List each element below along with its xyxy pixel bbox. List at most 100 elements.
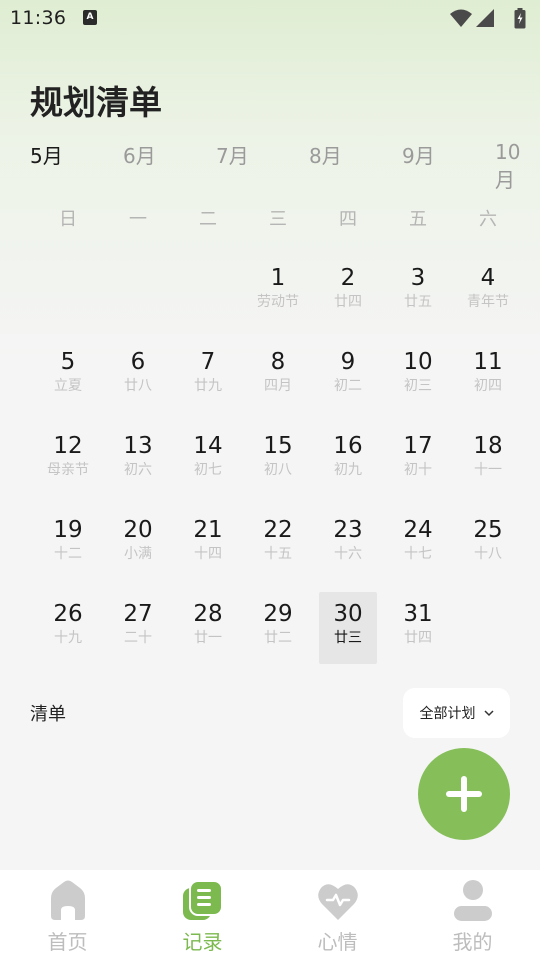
day-number: 1	[270, 265, 286, 291]
calendar-day[interactable]: 4 青年节	[459, 256, 517, 328]
day-number: 3	[410, 265, 426, 291]
day-number: 5	[60, 349, 76, 375]
day-lunar-label: 初十	[404, 462, 432, 478]
calendar-day[interactable]: 26 十九	[39, 592, 97, 664]
calendar-day[interactable]: 30 廿三	[319, 592, 377, 664]
day-number: 15	[263, 433, 293, 459]
tab-july[interactable]: 7月	[216, 140, 249, 169]
wifi-icon	[450, 9, 472, 27]
calendar-day[interactable]: 8 四月	[249, 340, 307, 412]
calendar-day[interactable]: 25 十八	[459, 508, 517, 580]
day-lunar-label: 十七	[404, 546, 432, 562]
day-number: 17	[403, 433, 433, 459]
day-lunar-label: 十八	[474, 546, 502, 562]
calendar-day[interactable]: 16 初九	[319, 424, 377, 496]
day-lunar-label: 初二	[334, 378, 362, 394]
day-number: 25	[473, 517, 503, 543]
calendar-day[interactable]: 18 十一	[459, 424, 517, 496]
day-number: 14	[193, 433, 223, 459]
nav-profile[interactable]: 我的	[405, 870, 540, 960]
day-lunar-label: 二十	[124, 630, 152, 646]
calendar-day[interactable]: 3 廿五	[389, 256, 447, 328]
calendar-day[interactable]: 10 初三	[389, 340, 447, 412]
nav-label: 记录	[182, 930, 223, 954]
weekday-label: 四	[339, 209, 357, 230]
tab-august[interactable]: 8月	[309, 140, 342, 169]
day-lunar-label: 廿四	[404, 630, 432, 646]
home-icon	[51, 880, 85, 920]
day-lunar-label: 廿八	[124, 378, 152, 394]
calendar-day[interactable]: 1 劳动节	[249, 256, 307, 328]
day-lunar-label: 立夏	[54, 378, 82, 394]
nav-label: 心情	[317, 930, 358, 954]
calendar-day[interactable]: 17 初十	[389, 424, 447, 496]
plan-filter-label: 全部计划	[419, 706, 476, 722]
day-lunar-label: 十五	[264, 546, 292, 562]
day-number: 9	[340, 349, 356, 375]
status-bar: 11:36 A	[0, 0, 540, 36]
month-tabs: 5月 6月 7月 8月 9月 10月	[0, 140, 540, 192]
calendar-day[interactable]: 7 廿九	[179, 340, 237, 412]
day-lunar-label: 初三	[404, 378, 432, 394]
day-lunar-label: 小满	[124, 546, 152, 562]
notes-icon	[183, 880, 223, 920]
day-lunar-label: 初八	[264, 462, 292, 478]
tab-may[interactable]: 5月	[30, 140, 63, 169]
list-label: 清单	[30, 704, 66, 725]
calendar-day[interactable]: 23 十六	[319, 508, 377, 580]
day-number: 31	[403, 601, 433, 627]
tab-september[interactable]: 9月	[402, 140, 435, 169]
day-number: 30	[333, 601, 363, 627]
weekday-label: 日	[59, 209, 77, 230]
calendar-day[interactable]: 13 初六	[109, 424, 167, 496]
calendar-day[interactable]: 5 立夏	[39, 340, 97, 412]
nav-label: 我的	[452, 930, 493, 954]
calendar-day[interactable]: 20 小满	[109, 508, 167, 580]
plus-icon	[446, 776, 482, 812]
day-lunar-label: 劳动节	[257, 294, 299, 310]
day-lunar-label: 母亲节	[47, 462, 89, 478]
weekday-label: 一	[129, 209, 147, 230]
day-lunar-label: 廿二	[264, 630, 292, 646]
add-plan-button[interactable]	[418, 748, 510, 840]
tab-june[interactable]: 6月	[123, 140, 156, 169]
day-number: 16	[333, 433, 363, 459]
user-icon	[454, 880, 492, 921]
day-number: 6	[130, 349, 146, 375]
calendar-day[interactable]: 21 十四	[179, 508, 237, 580]
chevron-down-icon	[483, 709, 494, 716]
day-number: 12	[53, 433, 83, 459]
day-lunar-label: 十九	[54, 630, 82, 646]
calendar-day[interactable]: 31 廿四	[389, 592, 447, 664]
day-lunar-label: 廿一	[194, 630, 222, 646]
day-lunar-label: 十四	[194, 546, 222, 562]
day-lunar-label: 廿九	[194, 378, 222, 394]
plan-filter-dropdown[interactable]: 全部计划	[403, 688, 510, 738]
day-number: 26	[53, 601, 83, 627]
calendar-day[interactable]: 27 二十	[109, 592, 167, 664]
calendar-day[interactable]: 2 廿四	[319, 256, 377, 328]
calendar-day[interactable]: 19 十二	[39, 508, 97, 580]
calendar-day[interactable]: 15 初八	[249, 424, 307, 496]
nav-mood[interactable]: 心情	[270, 870, 405, 960]
status-time: 11:36	[10, 7, 67, 29]
day-number: 27	[123, 601, 153, 627]
calendar-day[interactable]: 22 十五	[249, 508, 307, 580]
calendar-day[interactable]: 29 廿二	[249, 592, 307, 664]
calendar-day[interactable]: 14 初七	[179, 424, 237, 496]
weekday-label: 二	[199, 209, 217, 230]
tab-october[interactable]: 10月	[495, 140, 540, 193]
calendar-day[interactable]: 9 初二	[319, 340, 377, 412]
nav-home[interactable]: 首页	[0, 870, 135, 960]
day-lunar-label: 廿三	[334, 630, 362, 646]
calendar-day[interactable]: 11 初四	[459, 340, 517, 412]
calendar-day[interactable]: 24 十七	[389, 508, 447, 580]
nav-label: 首页	[47, 930, 88, 954]
day-number: 7	[200, 349, 216, 375]
nav-records[interactable]: 记录	[135, 870, 270, 960]
day-lunar-label: 初六	[124, 462, 152, 478]
calendar-day[interactable]: 28 廿一	[179, 592, 237, 664]
calendar-day[interactable]: 6 廿八	[109, 340, 167, 412]
day-lunar-label: 初七	[194, 462, 222, 478]
calendar-day[interactable]: 12 母亲节	[39, 424, 97, 496]
